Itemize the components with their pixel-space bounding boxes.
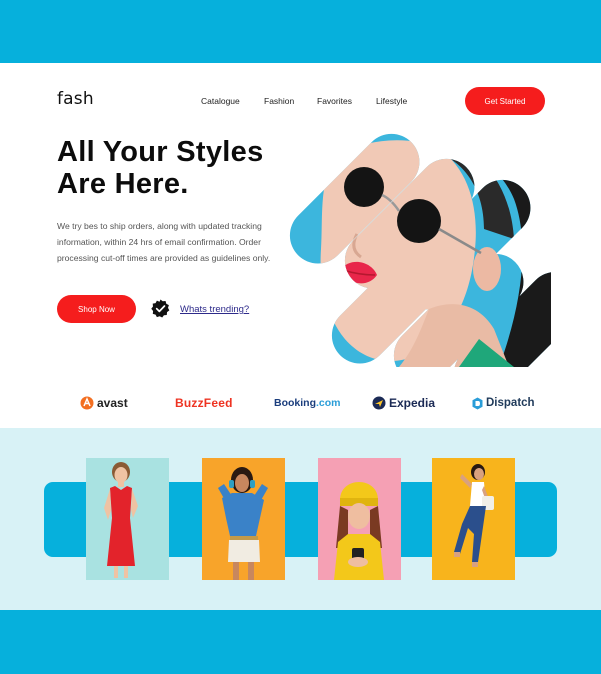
product-gallery xyxy=(0,428,601,610)
get-started-button[interactable]: Get Started xyxy=(465,87,545,115)
expedia-icon xyxy=(372,396,386,410)
brand-avast: avast xyxy=(80,391,128,415)
gallery-card[interactable] xyxy=(318,458,401,580)
brand-buzzfeed-text: BuzzFeed xyxy=(175,396,233,410)
hero-title: All Your Styles Are Here. xyxy=(57,136,307,200)
brand-expedia: Expedia xyxy=(372,391,435,415)
nav-item-catalogue[interactable]: Catalogue xyxy=(201,96,240,106)
top-banner xyxy=(0,0,601,63)
gallery-card[interactable] xyxy=(202,458,285,580)
avast-icon xyxy=(80,396,94,410)
gallery-card[interactable] xyxy=(432,458,515,580)
hero-title-line-2: Are Here. xyxy=(57,168,189,200)
nav-item-favorites[interactable]: Favorites xyxy=(317,96,352,106)
brand-avast-text: avast xyxy=(97,396,128,410)
hero-portrait-collage xyxy=(279,129,551,367)
hero-description: We try bes to ship orders, along with up… xyxy=(57,221,271,263)
brand-booking-tld: .com xyxy=(316,397,341,409)
model-red-dress-icon xyxy=(86,458,169,580)
brand-booking-text: Booking xyxy=(274,397,316,409)
brand-buzzfeed: BuzzFeed xyxy=(175,391,233,415)
shop-now-button[interactable]: Shop Now xyxy=(57,295,136,323)
logo[interactable]: fash xyxy=(57,89,94,109)
brand-expedia-text: Expedia xyxy=(389,396,436,410)
gallery-card[interactable] xyxy=(86,458,169,580)
nav-item-fashion[interactable]: Fashion xyxy=(264,96,294,106)
hero-title-line-1: All Your Styles xyxy=(57,136,264,168)
dispatch-icon xyxy=(472,397,483,409)
partner-logos: avast BuzzFeed Booking .com Expedia Dispa… xyxy=(0,391,601,415)
bottom-banner xyxy=(0,610,601,674)
model-headphones-icon xyxy=(202,458,285,580)
nav-item-lifestyle[interactable]: Lifestyle xyxy=(376,96,407,106)
landing-page: fash Catalogue Fashion Favorites Lifesty… xyxy=(0,63,601,610)
whats-trending-link[interactable]: Whats trending? xyxy=(180,304,249,315)
brand-dispatch-text: Dispatch xyxy=(486,397,535,409)
model-jumping-icon xyxy=(432,458,515,580)
brand-booking: Booking .com xyxy=(274,391,341,415)
model-yellow-beanie-icon xyxy=(318,458,401,580)
verified-badge-icon xyxy=(151,299,170,318)
brand-dispatch: Dispatch xyxy=(472,391,535,415)
